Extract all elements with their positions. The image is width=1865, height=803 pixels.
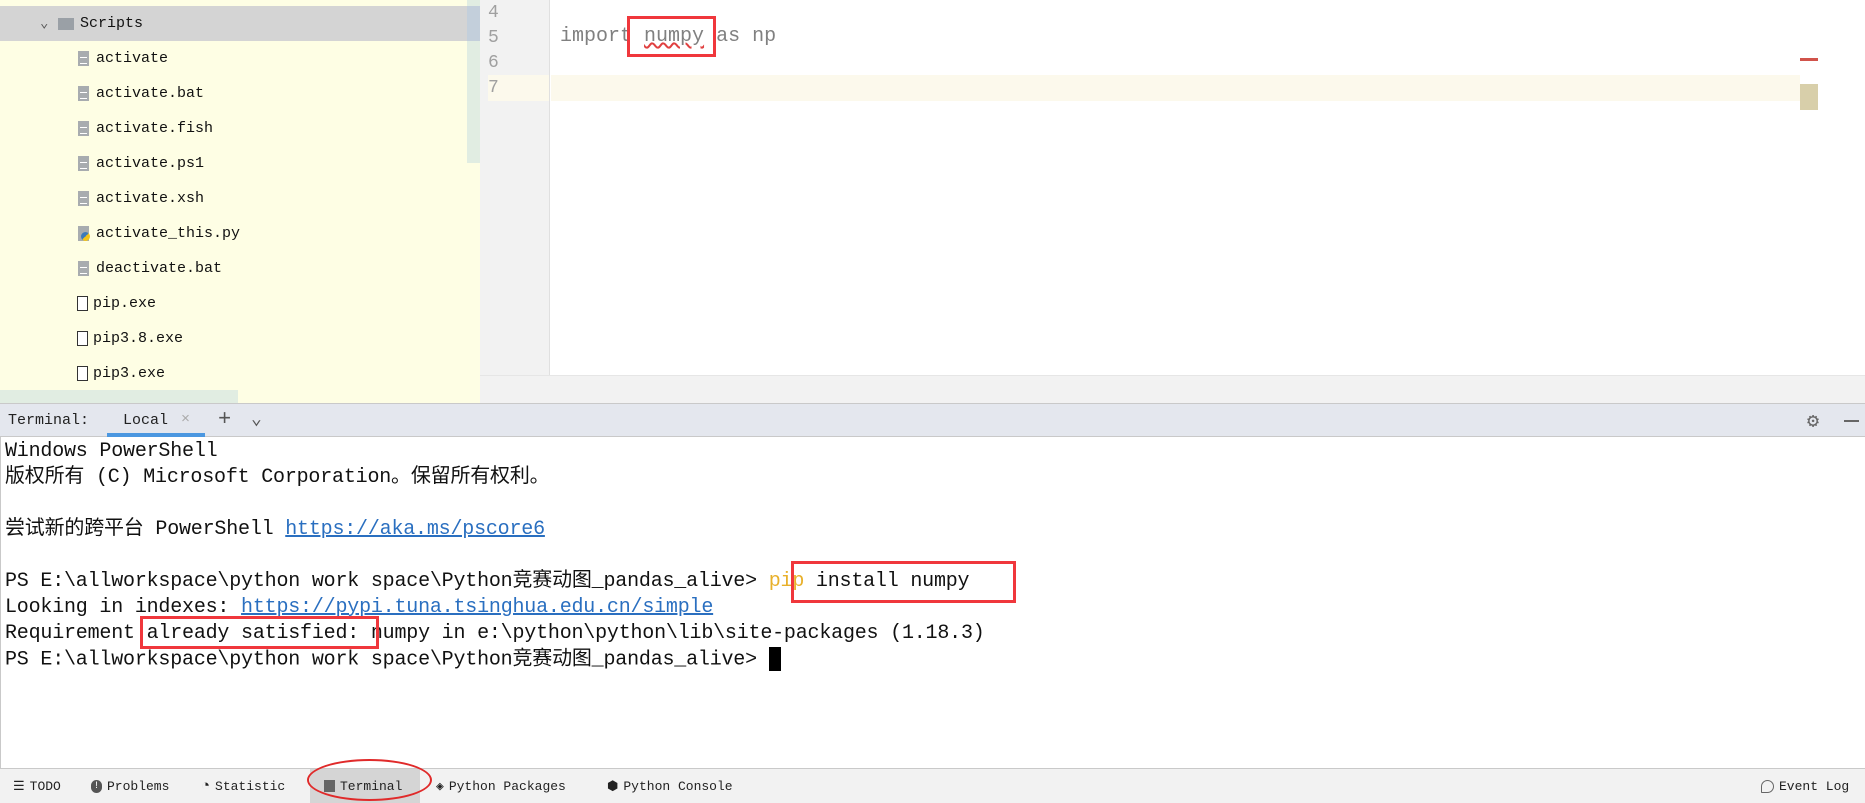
text-file-icon bbox=[78, 191, 89, 206]
close-icon[interactable]: × bbox=[181, 411, 190, 428]
terminal-line: 版权所有 (C) Microsoft Corporation。保留所有权利。 bbox=[5, 466, 550, 489]
tool-statistic[interactable]: ◔ Statistic bbox=[201, 769, 285, 803]
tab-label: Local bbox=[123, 412, 169, 429]
tree-folder-scripts[interactable]: ⌄ Scripts bbox=[0, 6, 467, 41]
line-number: 5 bbox=[488, 28, 499, 48]
folder-label: Scripts bbox=[80, 15, 144, 32]
tool-python-packages[interactable]: ◈ Python Packages bbox=[436, 769, 566, 803]
tree-file[interactable]: activate.bat bbox=[0, 76, 467, 111]
tree-scroll-thumb[interactable] bbox=[467, 6, 480, 41]
python-icon: ⬢ bbox=[607, 778, 619, 794]
editor-horizontal-scrollbar[interactable] bbox=[480, 375, 1865, 403]
tool-problems[interactable]: ! Problems bbox=[91, 769, 169, 803]
caret-stripe-mark[interactable] bbox=[1800, 84, 1818, 110]
tree-file[interactable]: pip3.exe bbox=[0, 356, 467, 391]
tool-python-console[interactable]: ⬢ Python Console bbox=[607, 769, 733, 803]
file-label: activate.ps1 bbox=[96, 155, 205, 172]
file-label: activate_this.py bbox=[96, 225, 241, 242]
tool-todo[interactable]: ☰ TODO bbox=[13, 769, 61, 803]
file-icon bbox=[77, 331, 88, 346]
tree-file[interactable]: activate_this.py bbox=[0, 216, 467, 251]
tree-row-partial bbox=[0, 390, 238, 403]
list-icon: ☰ bbox=[13, 778, 25, 794]
pie-icon: ◔ bbox=[201, 777, 211, 795]
text-file-icon bbox=[78, 121, 89, 136]
warning-icon: ! bbox=[91, 779, 102, 793]
text-file-icon bbox=[78, 156, 89, 171]
tree-file[interactable]: pip3.8.exe bbox=[0, 321, 467, 356]
pscore-link[interactable]: https://aka.ms/pscore6 bbox=[285, 518, 545, 541]
terminal-line: PS E:\allworkspace\python work space\Pyt… bbox=[5, 647, 781, 673]
file-label: pip.exe bbox=[93, 295, 157, 312]
file-icon bbox=[77, 296, 88, 311]
highlight-box-satisfied bbox=[140, 616, 379, 649]
highlight-ellipse-terminal bbox=[307, 759, 432, 801]
terminal-title: Terminal: bbox=[8, 412, 90, 429]
file-label: activate bbox=[96, 50, 169, 67]
tree-file[interactable]: activate.fish bbox=[0, 111, 467, 146]
terminal-line: 尝试新的跨平台 PowerShell https://aka.ms/pscore… bbox=[5, 518, 545, 541]
python-file-icon bbox=[78, 226, 90, 241]
highlight-box-command bbox=[791, 561, 1016, 603]
file-label: activate.xsh bbox=[96, 190, 205, 207]
code-editor[interactable]: import numpy as np bbox=[551, 0, 1865, 375]
tree-file[interactable]: pip.exe bbox=[0, 286, 467, 321]
file-label: activate.bat bbox=[96, 85, 205, 102]
line-number: 6 bbox=[488, 53, 499, 73]
gear-icon[interactable]: ⚙ bbox=[1807, 408, 1819, 434]
tree-file[interactable]: activate.xsh bbox=[0, 181, 467, 216]
speech-bubble-icon bbox=[1761, 779, 1774, 793]
text-file-icon bbox=[78, 261, 89, 276]
tree-file[interactable]: activate.ps1 bbox=[0, 146, 467, 181]
tree-file[interactable]: deactivate.bat bbox=[0, 251, 467, 286]
file-label: pip3.8.exe bbox=[93, 330, 184, 347]
text-file-icon bbox=[78, 51, 89, 66]
file-label: deactivate.bat bbox=[96, 260, 223, 277]
error-stripe-mark[interactable] bbox=[1800, 58, 1818, 61]
plus-icon[interactable]: + bbox=[218, 407, 231, 432]
terminal-line: Windows PowerShell bbox=[5, 440, 218, 463]
layers-icon: ◈ bbox=[436, 778, 444, 794]
tree-file[interactable]: activate bbox=[0, 41, 467, 76]
highlight-box-numpy bbox=[627, 16, 716, 57]
tab-local[interactable]: Local × bbox=[107, 404, 205, 437]
file-label: pip3.exe bbox=[93, 365, 166, 382]
terminal-output[interactable]: Windows PowerShell 版权所有 (C) Microsoft Co… bbox=[0, 437, 1865, 768]
chevron-down-icon[interactable]: ⌄ bbox=[251, 408, 262, 430]
terminal-header: Terminal: Local × + ⌄ ⚙ bbox=[0, 403, 1865, 437]
minimize-icon[interactable] bbox=[1844, 420, 1859, 422]
event-log-button[interactable]: Event Log bbox=[1761, 769, 1849, 803]
line-number: 4 bbox=[488, 3, 499, 23]
chevron-down-icon[interactable]: ⌄ bbox=[40, 15, 58, 32]
editor-gutter: 4 5 6 7 bbox=[480, 0, 550, 375]
caret-line bbox=[551, 75, 1800, 101]
folder-icon bbox=[58, 17, 74, 30]
tool-window-bar: ☰ TODO ! Problems ◔ Statistic Terminal ◈ Pyt… bbox=[0, 768, 1865, 803]
line-number: 7 bbox=[488, 75, 549, 101]
project-tree: ⌄ Scripts activate activate.bat activate.f… bbox=[0, 0, 480, 403]
text-file-icon bbox=[78, 86, 89, 101]
terminal-cursor bbox=[768, 647, 781, 671]
file-icon bbox=[77, 366, 88, 381]
file-label: activate.fish bbox=[96, 120, 214, 137]
